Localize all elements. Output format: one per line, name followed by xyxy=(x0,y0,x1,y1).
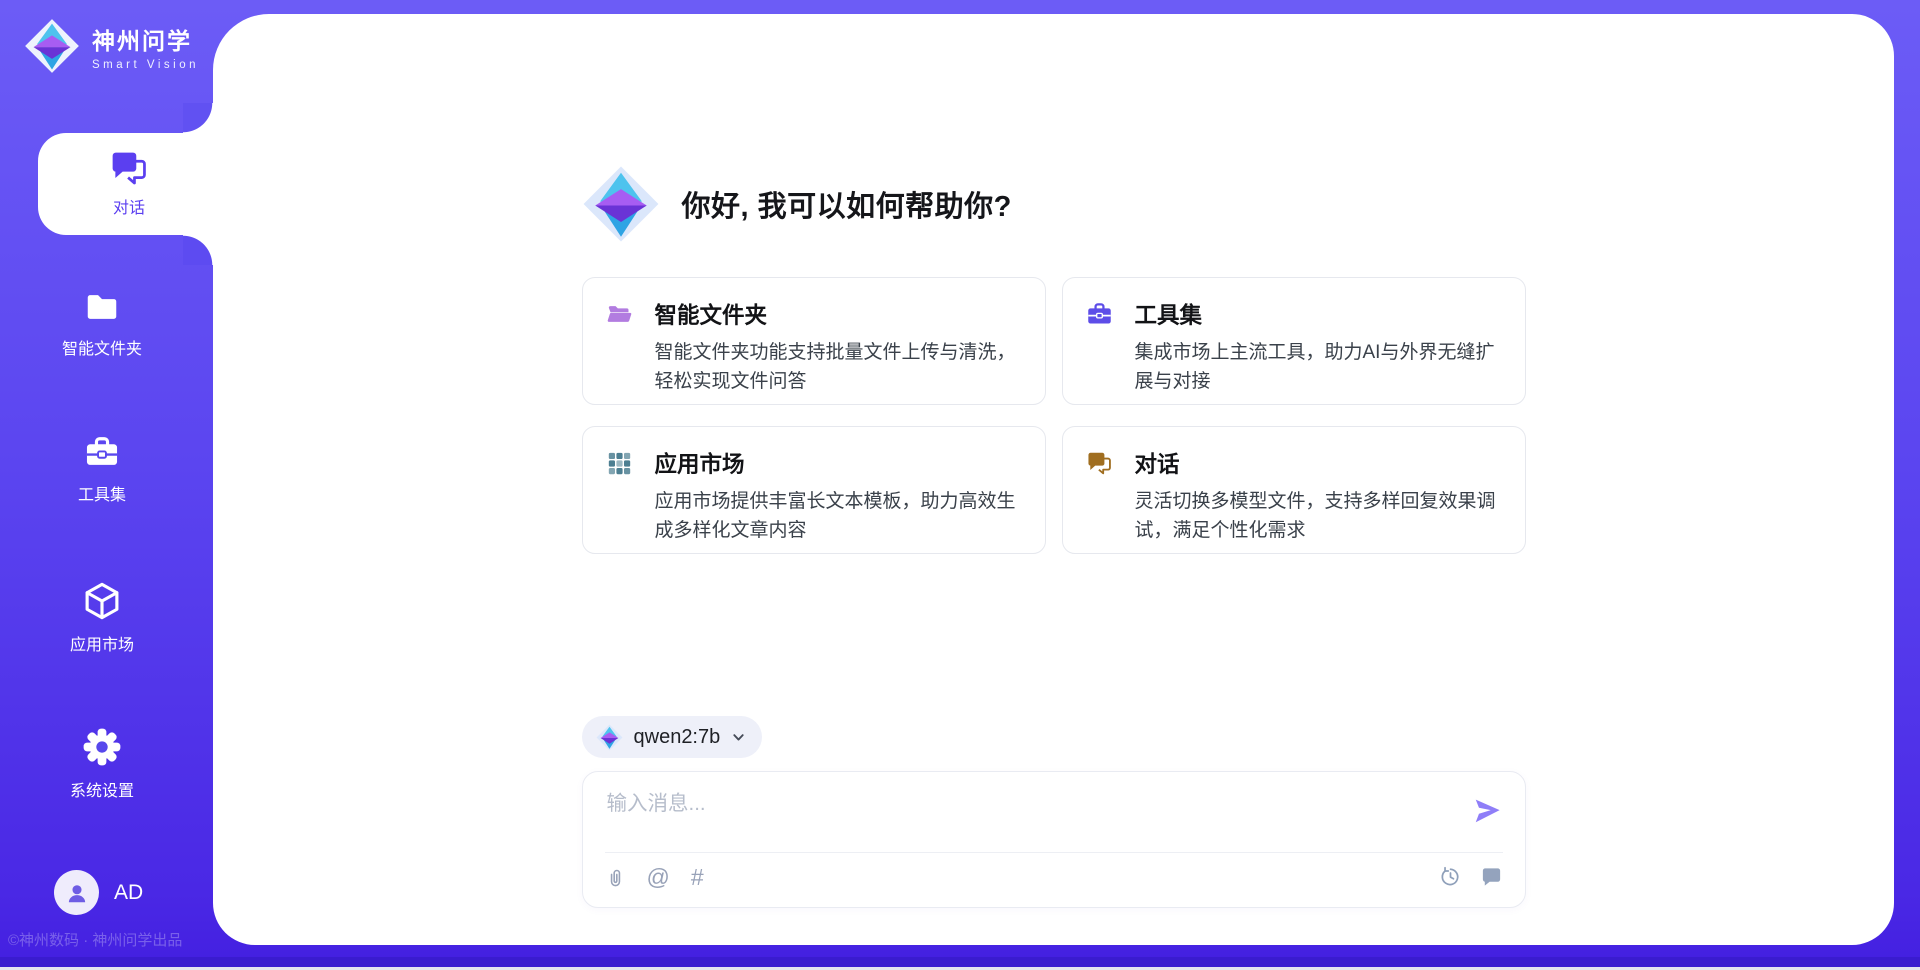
composer-actions xyxy=(1439,865,1503,888)
main-panel: 你好, 我可以如何帮助你? 智能文件夹 智能文件夹功能支持批量文件上传与清洗，轻… xyxy=(213,14,1894,945)
brand-subtitle: Smart Vision xyxy=(92,59,199,71)
avatar xyxy=(54,870,99,915)
hashtag-button[interactable]: # xyxy=(691,865,704,889)
assistant-diamond-icon xyxy=(582,165,660,243)
sidebar-item-smart-folder[interactable]: 智能文件夹 xyxy=(0,288,204,359)
card-title: 对话 xyxy=(1135,447,1180,479)
gear-icon xyxy=(81,726,123,768)
card-chat[interactable]: 对话 灵活切换多模型文件，支持多样回复效果调试，满足个性化需求 xyxy=(1062,426,1526,554)
folder-open-icon xyxy=(606,301,633,328)
composer-divider xyxy=(605,852,1503,853)
card-title: 工具集 xyxy=(1135,298,1203,330)
card-toolbox[interactable]: 工具集 集成市场上主流工具，助力AI与外界无缝扩展与对接 xyxy=(1062,277,1526,405)
card-description: 集成市场上主流工具，助力AI与外界无缝扩展与对接 xyxy=(1086,338,1501,396)
chat-icon xyxy=(109,150,149,187)
sidebar-item-label: 应用市场 xyxy=(70,631,134,655)
brand-logo: 神州问学 Smart Vision xyxy=(24,18,199,74)
model-diamond-icon xyxy=(596,724,623,751)
chevron-down-icon xyxy=(731,730,746,745)
message-composer: @ # xyxy=(582,771,1526,908)
model-name: qwen2:7b xyxy=(634,726,721,749)
card-title: 应用市场 xyxy=(655,447,745,479)
chat-bubbles-icon xyxy=(1086,450,1113,477)
content-column: 你好, 我可以如何帮助你? 智能文件夹 智能文件夹功能支持批量文件上传与清洗，轻… xyxy=(582,14,1526,945)
sidebar: 神州问学 Smart Vision 对话 智能文件夹 工具集 应用市场 xyxy=(0,0,213,970)
feature-cards: 智能文件夹 智能文件夹功能支持批量文件上传与清洗，轻松实现文件问答 工具集 集成… xyxy=(582,277,1526,554)
bottom-strip-dark xyxy=(0,957,1920,967)
cube-icon xyxy=(81,580,123,622)
sidebar-item-chat[interactable]: 对话 xyxy=(38,133,220,235)
tab-fillet-top xyxy=(183,103,213,133)
sidebar-item-app-market[interactable]: 应用市场 xyxy=(0,580,204,655)
card-title: 智能文件夹 xyxy=(655,298,768,330)
sidebar-item-label: 系统设置 xyxy=(70,777,134,801)
send-icon xyxy=(1472,796,1502,826)
greeting-block: 你好, 我可以如何帮助你? xyxy=(582,165,1012,243)
card-description: 应用市场提供丰富长文本模板，助力高效生成多样化文章内容 xyxy=(606,487,1021,545)
brand-diamond-icon xyxy=(24,18,80,74)
send-button[interactable] xyxy=(1471,796,1503,828)
card-description: 智能文件夹功能支持批量文件上传与清洗，轻松实现文件问答 xyxy=(606,338,1021,396)
sidebar-item-toolbox[interactable]: 工具集 xyxy=(0,434,204,505)
card-app-market[interactable]: 应用市场 应用市场提供丰富长文本模板，助力高效生成多样化文章内容 xyxy=(582,426,1046,554)
history-icon xyxy=(1439,865,1462,888)
toolbox-icon xyxy=(82,434,122,472)
person-icon xyxy=(64,880,90,906)
hash-icon: # xyxy=(691,865,704,889)
user-account[interactable]: AD xyxy=(54,870,143,915)
app-root: { "brand": { "title": "神州问学", "subtitle"… xyxy=(0,0,1920,970)
sidebar-item-label: 对话 xyxy=(113,194,145,218)
card-description: 灵活切换多模型文件，支持多样回复效果调试，满足个性化需求 xyxy=(1086,487,1501,545)
at-icon: @ xyxy=(647,865,670,889)
folder-icon xyxy=(82,288,122,326)
attach-button[interactable] xyxy=(605,866,626,889)
tab-fillet-bottom xyxy=(183,235,213,265)
mention-button[interactable]: @ xyxy=(647,865,670,889)
message-input[interactable] xyxy=(607,786,1447,844)
sidebar-item-label: 工具集 xyxy=(78,481,126,505)
model-selector[interactable]: qwen2:7b xyxy=(582,716,763,758)
chat-bubble-filled-icon xyxy=(1480,865,1503,888)
briefcase-icon xyxy=(1086,301,1113,328)
greeting-text: 你好, 我可以如何帮助你? xyxy=(682,183,1012,225)
grid-icon xyxy=(606,450,633,477)
paperclip-icon xyxy=(605,866,626,889)
user-name: AD xyxy=(114,881,143,905)
history-button[interactable] xyxy=(1439,865,1462,888)
brand-title: 神州问学 xyxy=(92,22,199,56)
sidebar-item-label: 智能文件夹 xyxy=(62,335,142,359)
card-smart-folder[interactable]: 智能文件夹 智能文件夹功能支持批量文件上传与清洗，轻松实现文件问答 xyxy=(582,277,1046,405)
sidebar-item-settings[interactable]: 系统设置 xyxy=(0,726,204,801)
conversation-button[interactable] xyxy=(1480,865,1503,888)
copyright-text: ©神州数码 · 神州问学出品 xyxy=(8,929,213,950)
composer-tools: @ # xyxy=(605,865,704,889)
